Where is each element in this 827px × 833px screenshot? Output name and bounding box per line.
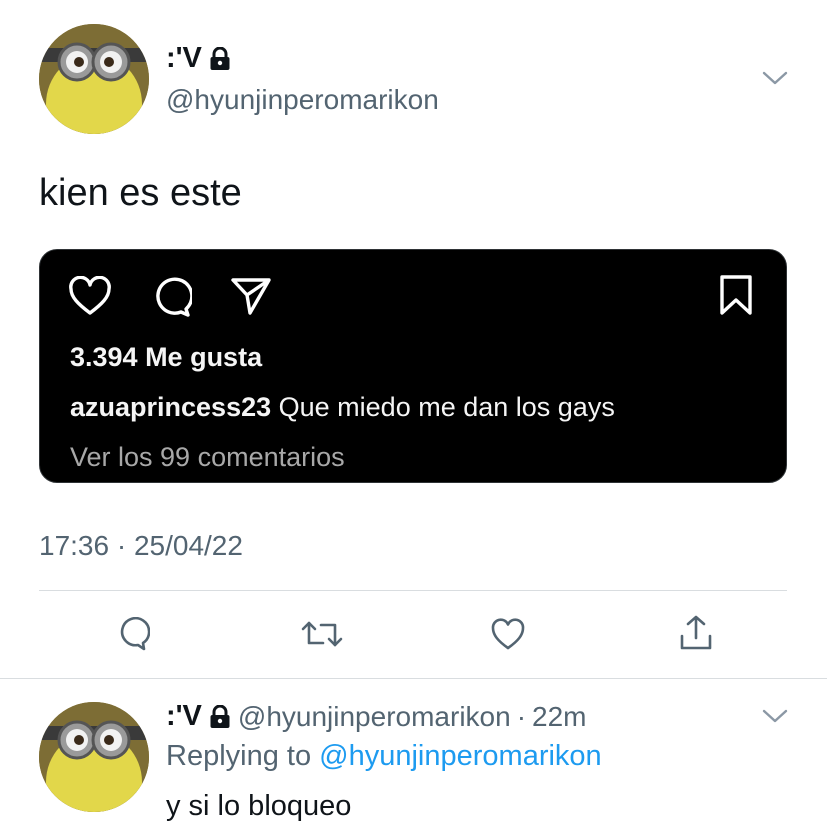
reply-time[interactable]: 22m — [532, 701, 586, 733]
divider — [39, 590, 787, 591]
likes-count: 3.394 Me gusta — [70, 342, 263, 372]
share-button[interactable] — [678, 614, 714, 652]
reply-meta-row: :'V @hyunjinperomarikon · 22m — [166, 700, 586, 733]
replying-to: Replying to @hyunjinperomarikon — [166, 740, 602, 773]
heart-icon — [68, 276, 112, 316]
reply-button[interactable] — [116, 617, 150, 651]
lock-icon — [208, 704, 232, 729]
reply-display-name[interactable]: :'V — [166, 700, 202, 733]
like-button[interactable] — [490, 617, 526, 651]
tweet-timestamp[interactable]: 17:36 · 25/04/22 — [39, 530, 243, 562]
send-icon — [230, 276, 272, 316]
replying-to-mention[interactable]: @hyunjinperomarikon — [319, 740, 602, 772]
chevron-down-icon[interactable] — [762, 708, 788, 724]
retweet-button[interactable] — [300, 617, 344, 651]
author-display-name[interactable]: :'V — [166, 42, 202, 75]
caption-username: azuaprincess23 — [70, 392, 272, 422]
replying-to-prefix: Replying to — [166, 740, 312, 772]
divider — [0, 678, 827, 679]
caption: azuaprincess23 Que miedo me dan los gays — [70, 392, 615, 423]
reply-text: y si lo bloqueo — [166, 790, 352, 822]
lock-icon — [208, 46, 232, 71]
comment-icon — [150, 276, 192, 318]
reply-separator: · — [516, 700, 527, 732]
instagram-screenshot[interactable]: 3.394 Me gusta azuaprincess23 Que miedo … — [39, 249, 787, 483]
reply-avatar[interactable] — [39, 702, 149, 812]
author-name-row: :'V — [166, 42, 232, 75]
tweet-text: kien es este — [39, 172, 242, 214]
bookmark-icon — [718, 274, 754, 316]
view-comments-link: Ver los 99 comentarios — [70, 442, 345, 472]
reply-handle[interactable]: @hyunjinperomarikon — [238, 701, 511, 733]
caption-text: Que miedo me dan los gays — [278, 392, 615, 422]
avatar[interactable] — [39, 24, 149, 134]
chevron-down-icon[interactable] — [762, 70, 788, 86]
author-handle[interactable]: @hyunjinperomarikon — [166, 84, 439, 116]
